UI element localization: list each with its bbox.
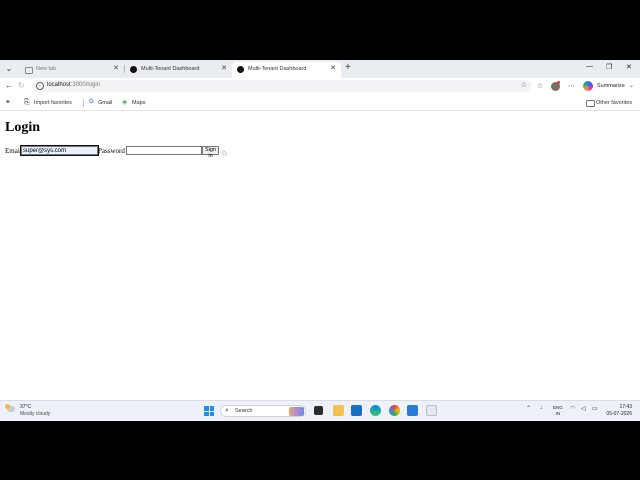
weather-icon[interactable] bbox=[5, 404, 15, 412]
show-hidden-icons[interactable]: ⌃ bbox=[526, 405, 531, 412]
battery-icon[interactable]: ▭ bbox=[592, 405, 598, 412]
chevron-down-icon: ⌄ bbox=[629, 83, 635, 89]
close-tab-icon[interactable]: ✕ bbox=[330, 64, 336, 72]
copilot-icon bbox=[583, 81, 593, 91]
site-icon bbox=[237, 66, 244, 73]
password-field[interactable] bbox=[126, 146, 202, 155]
close-tab-icon[interactable]: ✕ bbox=[221, 64, 227, 72]
tab-title: Multi-Tenant Dashboard bbox=[248, 66, 307, 72]
tab-strip: ⌄ New tab ✕ Multi-Tenant Dashboard ✕ Mul… bbox=[0, 60, 640, 78]
search-highlight-icon bbox=[289, 407, 304, 416]
taskbar: 37°C Mostly cloudy ⌕ Search ⌃ ♩ ENG IN ◠… bbox=[0, 400, 640, 421]
system-clock[interactable]: 17:43 05-07-2026 bbox=[604, 404, 632, 418]
snipping-tool-icon[interactable] bbox=[426, 405, 437, 416]
volume-icon[interactable]: ◁ bbox=[581, 405, 586, 412]
maps-icon: ◈ bbox=[122, 99, 128, 106]
chrome-icon[interactable] bbox=[389, 405, 400, 416]
store-icon[interactable] bbox=[351, 405, 362, 416]
favorites-separator bbox=[83, 99, 84, 107]
notification-badge bbox=[557, 81, 560, 84]
more-options-icon[interactable]: ⋯ bbox=[568, 82, 575, 90]
favorite-star-icon[interactable]: ☆ bbox=[521, 81, 527, 89]
site-info-icon[interactable]: i bbox=[36, 82, 44, 90]
weather-temp[interactable]: 37°C bbox=[20, 404, 31, 410]
tab-new-tab[interactable]: New tab ✕ bbox=[20, 62, 124, 78]
tab-dashboard-active[interactable]: Multi-Tenant Dashboard ✕ bbox=[232, 62, 341, 78]
tab-actions-icon[interactable]: ⌄ bbox=[3, 63, 15, 75]
address-bar[interactable]: i localhost:3000/login ☆ bbox=[32, 80, 532, 92]
edge-icon[interactable] bbox=[370, 405, 381, 416]
tab-title: Multi-Tenant Dashboard bbox=[141, 66, 200, 72]
email-field[interactable] bbox=[20, 145, 99, 156]
weather-condition[interactable]: Mostly cloudy bbox=[20, 411, 50, 417]
taskbar-search[interactable]: ⌕ Search bbox=[220, 405, 306, 417]
minimize-icon[interactable]: — bbox=[586, 63, 593, 70]
password-label: Password bbox=[98, 147, 125, 155]
close-window-icon[interactable]: ✕ bbox=[626, 63, 632, 71]
url-text[interactable]: localhost:3000/login bbox=[47, 82, 100, 88]
back-icon[interactable]: ← bbox=[5, 81, 13, 90]
folder-icon bbox=[586, 98, 595, 110]
page-content: Login Email Password Sign in bbox=[0, 111, 640, 401]
site-icon bbox=[130, 66, 137, 73]
file-explorer-icon[interactable] bbox=[333, 405, 344, 416]
google-icon: G bbox=[89, 99, 94, 105]
tab-title: New tab bbox=[36, 66, 57, 72]
close-tab-icon[interactable]: ✕ bbox=[113, 64, 119, 72]
browser-window: ⌄ New tab ✕ Multi-Tenant Dashboard ✕ Mul… bbox=[0, 60, 640, 420]
email-label: Email bbox=[5, 147, 22, 155]
maximize-icon[interactable]: ❐ bbox=[606, 63, 612, 71]
search-icon: ⌕ bbox=[225, 407, 229, 414]
favorites-bar: ⚭ ⎘ Import favorites G Gmail ◈ Maps Othe… bbox=[0, 95, 640, 111]
new-tab-icon bbox=[25, 67, 33, 74]
refresh-icon[interactable]: ↻ bbox=[18, 81, 25, 90]
favorites-icon[interactable]: ☆ bbox=[537, 82, 543, 90]
language-indicator[interactable]: ENG IN bbox=[553, 405, 563, 417]
microphone-icon[interactable]: ♩ bbox=[540, 405, 546, 411]
new-tab-button[interactable]: + bbox=[345, 62, 351, 73]
start-button[interactable] bbox=[204, 406, 214, 416]
task-view-icon[interactable] bbox=[314, 406, 323, 415]
vscode-icon[interactable] bbox=[407, 405, 418, 416]
wifi-icon[interactable]: ◠ bbox=[570, 405, 575, 412]
mouse-cursor-icon bbox=[221, 149, 227, 156]
page-title: Login bbox=[5, 120, 41, 135]
tab-dashboard-1[interactable]: Multi-Tenant Dashboard ✕ bbox=[125, 62, 232, 78]
address-bar-row: ← ↻ i localhost:3000/login ☆ ☆ ⋯ Summari… bbox=[0, 78, 640, 95]
sign-in-button[interactable]: Sign in bbox=[202, 146, 220, 159]
import-icon: ⎘ bbox=[24, 99, 30, 106]
